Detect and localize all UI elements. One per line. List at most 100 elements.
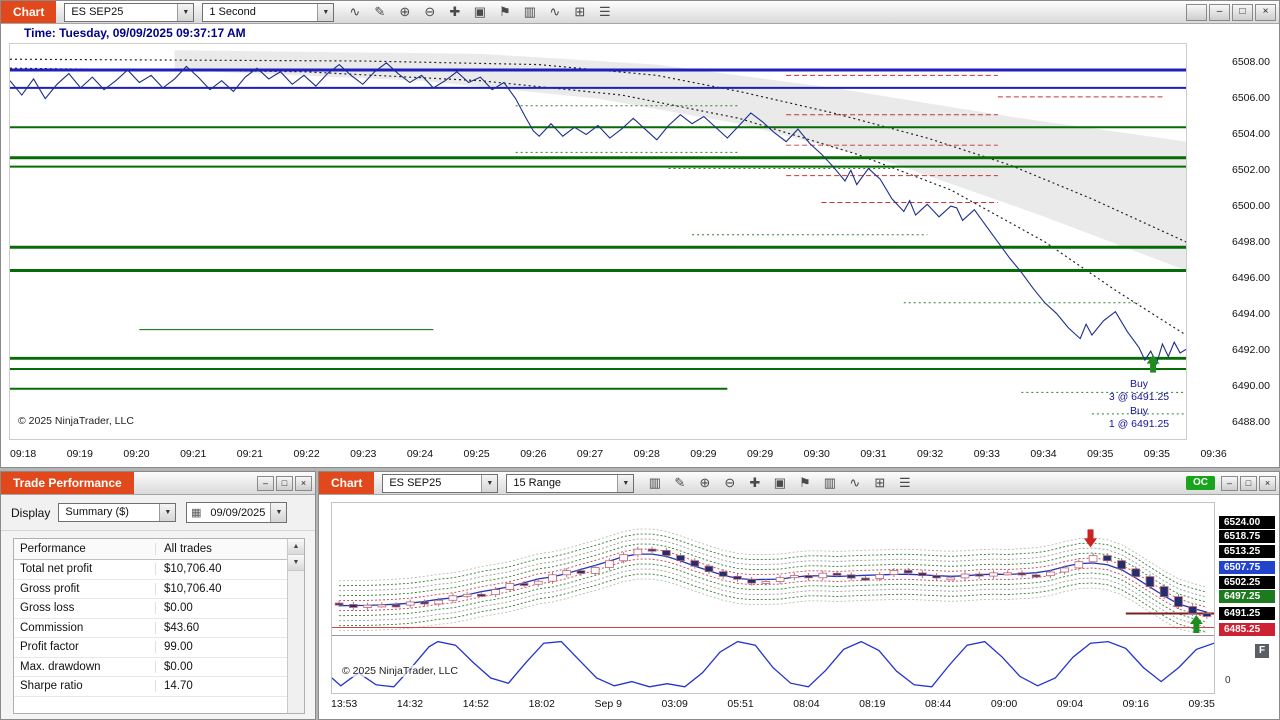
- metric-value: 14.70: [164, 680, 193, 693]
- chevron-down-icon[interactable]: ▼: [270, 503, 287, 522]
- copyright-label: © 2025 NinjaTrader, LLC: [340, 665, 460, 677]
- pencil-icon[interactable]: ✎: [367, 3, 392, 22]
- price-axis-label: 6502.00: [1232, 163, 1270, 176]
- time-axis-label: 05:51: [727, 698, 754, 710]
- table-row[interactable]: Gross profit $10,706.40: [14, 580, 304, 599]
- time-axis-label: 09:28: [633, 448, 660, 460]
- chevron-down-icon[interactable]: ▼: [177, 3, 194, 21]
- table-scrollbar[interactable]: ▲ ▼: [287, 539, 304, 713]
- price-axis[interactable]: 6508.00 6506.00 6504.00 6502.00 6500.00 6498.…: [1190, 43, 1280, 440]
- table-row[interactable]: Gross loss $0.00: [14, 599, 304, 619]
- time-axis-label: 09:32: [917, 448, 944, 460]
- crosshair-icon[interactable]: ✚: [742, 474, 767, 493]
- instrument-value: ES SEP25: [389, 476, 442, 489]
- time-axis-label: 09:19: [66, 448, 93, 460]
- time-axis-label: 09:23: [350, 448, 377, 460]
- time-axis-label: 09:29: [746, 448, 774, 460]
- display-select[interactable]: Summary ($) ▼: [58, 503, 177, 522]
- instrument-select[interactable]: ES SEP25 ▼: [382, 473, 499, 493]
- close-button[interactable]: ×: [1259, 475, 1276, 491]
- oscillator-zero-label: 0: [1225, 675, 1231, 686]
- price-tag: 6491.25: [1219, 606, 1275, 620]
- price-axis[interactable]: 0 6524.00 6518.75 6513.25 6507.75 6502.25 649…: [1217, 502, 1279, 704]
- instrument-select[interactable]: ES SEP25 ▼: [64, 2, 195, 22]
- chevron-down-icon[interactable]: ▼: [481, 474, 498, 492]
- metric-label: Gross loss: [14, 602, 156, 615]
- scroll-down-icon[interactable]: ▼: [288, 555, 304, 571]
- time-axis-label: 08:44: [925, 698, 952, 710]
- price-chart[interactable]: © 2025 NinjaTrader, LLC Buy 3 @ 6491.25 …: [9, 43, 1187, 440]
- chevron-down-icon[interactable]: ▼: [159, 504, 176, 521]
- table-row[interactable]: Profit factor 99.00: [14, 638, 304, 658]
- column-header-performance[interactable]: Performance: [14, 543, 156, 555]
- zoom-in-icon[interactable]: ⊕: [692, 474, 717, 493]
- maximize-button[interactable]: □: [1240, 475, 1257, 491]
- crosshair-icon[interactable]: ✚: [442, 3, 467, 22]
- minimize-button[interactable]: –: [1209, 3, 1230, 21]
- indicators-grid-icon[interactable]: ⊞: [867, 474, 892, 493]
- chevron-down-icon[interactable]: ▼: [617, 474, 634, 492]
- data-box-icon[interactable]: ▣: [767, 474, 792, 493]
- alert-flag-icon[interactable]: ⚑: [492, 3, 517, 22]
- chart2-titlebar[interactable]: Chart ES SEP25 ▼ 15 Range ▼ ▥ ✎ ⊕ ⊖ ✚ ▣ ⚑ ▥ ∿ ⊞ ☰ …: [319, 472, 1279, 495]
- minimize-button[interactable]: –: [1221, 475, 1238, 491]
- close-button[interactable]: ×: [1255, 3, 1276, 21]
- chart-style-icon[interactable]: ▥: [517, 3, 542, 22]
- time-axis-label: 09:35: [1143, 448, 1171, 460]
- link-button[interactable]: [1186, 3, 1207, 21]
- properties-list-icon[interactable]: ☰: [892, 474, 917, 493]
- time-axis[interactable]: 13:53 14:32 14:52 18:02 Sep 9 03:09 05:51 08:04…: [331, 698, 1215, 710]
- chevron-down-icon[interactable]: ▼: [317, 3, 334, 21]
- table-row[interactable]: Total net profit $10,706.40: [14, 560, 304, 580]
- focus-badge[interactable]: F: [1255, 644, 1269, 658]
- maximize-button[interactable]: □: [1232, 3, 1253, 21]
- candlestick-chart[interactable]: © 2025 NinjaTrader, LLC: [331, 502, 1215, 694]
- chart-style-icon[interactable]: ▥: [642, 474, 667, 493]
- interval-select[interactable]: 15 Range ▼: [506, 473, 635, 493]
- copyright-label: © 2025 NinjaTrader, LLC: [16, 415, 136, 427]
- pencil-icon[interactable]: ✎: [667, 474, 692, 493]
- zoom-in-icon[interactable]: ⊕: [392, 3, 417, 22]
- data-box-icon[interactable]: ▣: [467, 3, 492, 22]
- maximize-button[interactable]: □: [276, 475, 293, 491]
- table-row[interactable]: Commission $43.60: [14, 619, 304, 638]
- minimize-button[interactable]: –: [257, 475, 274, 491]
- chart-window-bottom: Chart ES SEP25 ▼ 15 Range ▼ ▥ ✎ ⊕ ⊖ ✚ ▣ ⚑ ▥ ∿ ⊞ ☰ …: [318, 471, 1280, 720]
- bars-icon[interactable]: ▥: [817, 474, 842, 493]
- trade-performance-title-tag: Trade Performance: [1, 472, 134, 494]
- chart1-title-tag: Chart: [1, 1, 57, 23]
- time-axis-label: 09:21: [236, 448, 264, 460]
- display-label: Display: [11, 505, 51, 520]
- oc-status-badge[interactable]: OC: [1186, 476, 1215, 490]
- time-axis-label: 09:35: [1188, 698, 1215, 710]
- time-axis-label: 09:25: [463, 448, 490, 460]
- metric-label: Max. drawdown: [14, 660, 156, 673]
- scroll-up-icon[interactable]: ▲: [288, 539, 304, 555]
- time-axis-label: 09:34: [1030, 448, 1057, 460]
- table-row[interactable]: Max. drawdown $0.00: [14, 658, 304, 677]
- price-tag: 6507.75: [1219, 560, 1275, 574]
- properties-list-icon[interactable]: ☰: [592, 3, 617, 22]
- chart2-toolbar: ▥ ✎ ⊕ ⊖ ✚ ▣ ⚑ ▥ ∿ ⊞ ☰: [642, 474, 917, 493]
- chart1-titlebar[interactable]: Chart ES SEP25 ▼ 1 Second ▼ ∿ ✎ ⊕ ⊖ ✚ ▣ ⚑ ▥ ∿ ⊞ ☰ …: [1, 1, 1279, 24]
- time-axis[interactable]: 09:18 09:19 09:20 09:21 09:21 09:22 09:23 09:24…: [10, 448, 1227, 460]
- table-row[interactable]: Sharpe ratio 14.70: [14, 677, 304, 697]
- chart2-window-buttons: – □ ×: [1219, 475, 1276, 491]
- close-button[interactable]: ×: [295, 475, 312, 491]
- time-axis-label: 09:26: [520, 448, 547, 460]
- interval-select[interactable]: 1 Second ▼: [202, 2, 335, 22]
- zoom-out-icon[interactable]: ⊖: [417, 3, 442, 22]
- zoom-out-icon[interactable]: ⊖: [717, 474, 742, 493]
- date-picker[interactable]: ▦ 09/09/2025 ▼: [186, 502, 288, 523]
- time-axis-label: 09:35: [1087, 448, 1114, 460]
- alert-flag-icon[interactable]: ⚑: [792, 474, 817, 493]
- chart1-window-buttons: – □ ×: [1184, 3, 1276, 21]
- indicator-wave-icon[interactable]: ∿: [542, 3, 567, 22]
- time-axis-label: 09:16: [1122, 698, 1149, 710]
- indicator-wave-icon[interactable]: ∿: [842, 474, 867, 493]
- column-header-all-trades[interactable]: All trades: [156, 543, 304, 555]
- price-tag: 6502.25: [1219, 575, 1275, 589]
- indicators-grid-icon[interactable]: ⊞: [567, 3, 592, 22]
- trendline-icon[interactable]: ∿: [342, 3, 367, 22]
- trade-performance-titlebar[interactable]: Trade Performance – □ ×: [1, 472, 315, 495]
